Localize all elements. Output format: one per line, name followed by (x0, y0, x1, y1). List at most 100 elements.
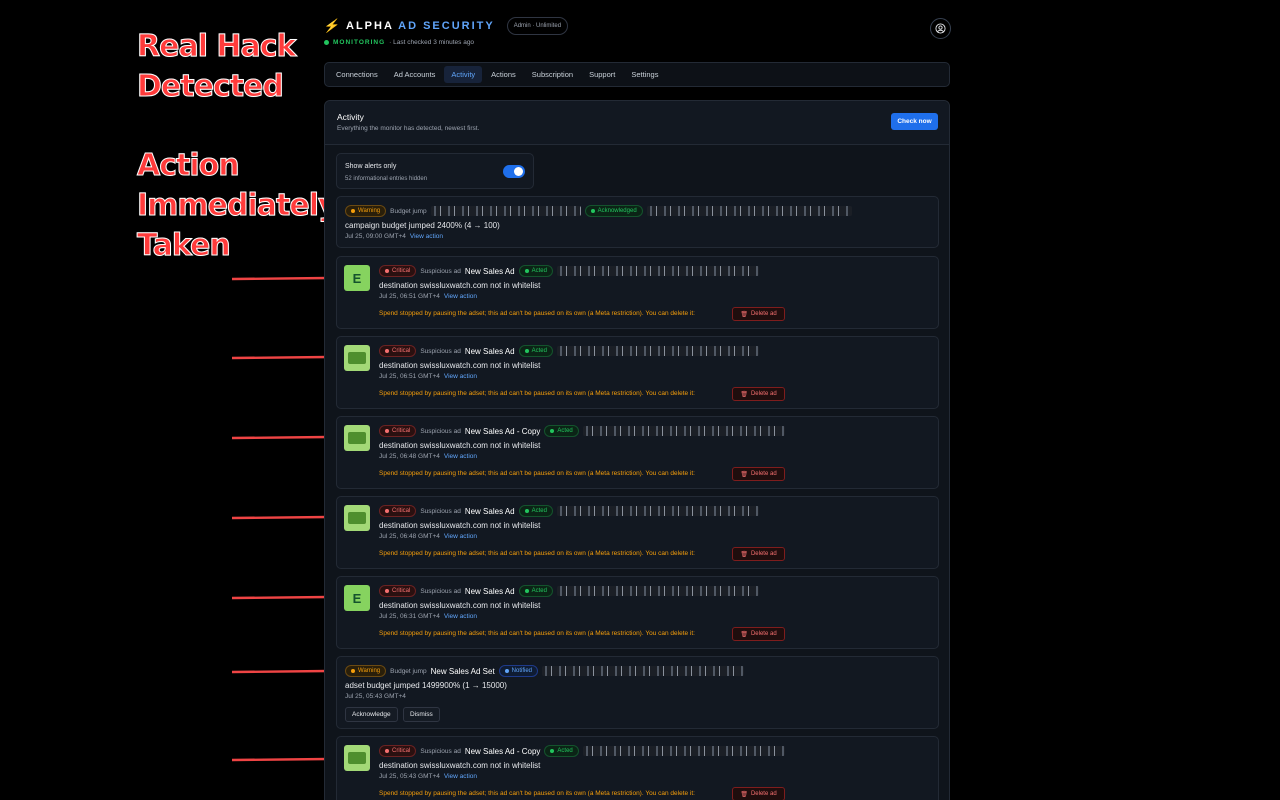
brand-name-part1: ALPHA (346, 20, 394, 32)
trash-icon: 🗑 (740, 631, 748, 638)
annotation-line: Detected (137, 69, 285, 105)
item-header: Critical Suspicious ad New Sales Ad Acte… (379, 265, 759, 277)
view-action-link[interactable]: View action (444, 533, 477, 540)
item-meta: Jul 25, 09:00 GMT+4 View action (345, 233, 443, 240)
toggle-subtext: 52 informational entries hidden (345, 176, 428, 182)
ad-thumbnail (344, 745, 370, 771)
app-window: ⚡ ALPHA AD SECURITY Admin · Unlimited MO… (323, 0, 951, 800)
item-message: destination swissluxwatch.com not in whi… (379, 601, 541, 610)
delete-label: Delete ad (750, 311, 777, 317)
item-kind: Suspicious ad (420, 507, 461, 515)
delete-label: Delete ad (750, 791, 777, 797)
tab-ad-accounts[interactable]: Ad Accounts (387, 66, 443, 83)
severity-badge: Critical (379, 425, 417, 437)
redacted-id (430, 206, 581, 216)
item-time: Jul 25, 05:43 GMT+4 (345, 693, 406, 700)
item-note: Spend stopped by pausing the adset; this… (379, 550, 695, 557)
activity-panel: Activity Everything the monitor has dete… (324, 100, 950, 800)
dismiss-button[interactable]: Dismiss (403, 707, 440, 722)
tab-subscription[interactable]: Subscription (525, 66, 580, 83)
redacted-id (582, 746, 785, 756)
delete-ad-button[interactable]: 🗑 Delete ad (732, 307, 785, 321)
tab-actions[interactable]: Actions (484, 66, 523, 83)
item-meta: Jul 25, 06:31 GMT+4 View action (379, 613, 477, 620)
item-kind: Suspicious ad (420, 427, 461, 435)
activity-item: Critical Suspicious ad New Sales Ad - Co… (336, 416, 939, 489)
view-action-link[interactable]: View action (444, 453, 477, 460)
item-message: destination swissluxwatch.com not in whi… (379, 441, 541, 450)
item-meta: Jul 25, 05:43 GMT+4 View action (379, 773, 477, 780)
acknowledge-button[interactable]: Acknowledge (345, 707, 398, 722)
redacted-id (542, 666, 745, 676)
ad-name: New Sales Ad - Copy (464, 426, 541, 436)
tab-activity[interactable]: Activity (444, 66, 483, 83)
item-kind: Suspicious ad (420, 347, 461, 355)
item-kind: Budget jump (390, 207, 427, 215)
ad-thumbnail: E (344, 585, 370, 611)
brand-name: ALPHA AD SECURITY (346, 20, 495, 32)
annotation-line: Real Hack (137, 29, 298, 65)
item-header: Warning Budget jump New Sales Ad Set Not… (345, 665, 745, 677)
status-badge: Acted (518, 345, 553, 357)
item-note: Spend stopped by pausing the adset; this… (379, 390, 695, 397)
item-kind: Suspicious ad (420, 267, 461, 275)
severity-badge: Warning (345, 205, 387, 217)
ad-name: New Sales Ad (464, 266, 515, 276)
item-kind: Suspicious ad (420, 587, 461, 595)
panel-header: Activity Everything the monitor has dete… (325, 101, 949, 145)
item-time: Jul 25, 06:48 GMT+4 (379, 453, 440, 460)
item-message: destination swissluxwatch.com not in whi… (379, 281, 541, 290)
status-badge: Acknowledged (584, 205, 643, 217)
annotation-action-taken: Action Immediately Taken (137, 146, 339, 266)
ad-thumbnail (344, 345, 370, 371)
status-dot-icon (324, 40, 329, 45)
delete-ad-button[interactable]: 🗑 Delete ad (732, 387, 785, 401)
item-header: Critical Suspicious ad New Sales Ad Acte… (379, 585, 759, 597)
item-header: Critical Suspicious ad New Sales Ad - Co… (379, 745, 785, 757)
ad-name: New Sales Ad (464, 346, 515, 356)
trash-icon: 🗑 (740, 791, 748, 798)
item-meta: Jul 25, 06:48 GMT+4 View action (379, 533, 477, 540)
delete-ad-button[interactable]: 🗑 Delete ad (732, 627, 785, 641)
plan-badge: Admin · Unlimited (506, 17, 569, 35)
item-message: adset budget jumped 1499900% (1 → 15000) (345, 681, 507, 690)
item-kind: Budget jump (390, 667, 427, 675)
activity-item: E Critical Suspicious ad New Sales Ad Ac… (336, 256, 939, 329)
status-badge: Acted (518, 265, 553, 277)
annotation-hack-detected: Real Hack Detected (137, 27, 298, 107)
redacted-id (556, 586, 759, 596)
brand-name-part2: AD SECURITY (398, 20, 495, 32)
tab-connections[interactable]: Connections (329, 66, 385, 83)
show-alerts-only-toggle[interactable] (503, 165, 525, 178)
view-action-link[interactable]: View action (444, 613, 477, 620)
item-header: Critical Suspicious ad New Sales Ad - Co… (379, 425, 785, 437)
tab-settings[interactable]: Settings (624, 66, 665, 83)
delete-ad-button[interactable]: 🗑 Delete ad (732, 467, 785, 481)
item-message: destination swissluxwatch.com not in whi… (379, 521, 541, 530)
severity-badge: Critical (379, 265, 417, 277)
check-now-button[interactable]: Check now (891, 113, 938, 130)
status-badge: Acted (518, 585, 553, 597)
item-meta: Jul 25, 06:48 GMT+4 View action (379, 453, 477, 460)
tab-bar: Connections Ad Accounts Activity Actions… (324, 62, 950, 87)
delete-ad-button[interactable]: 🗑 Delete ad (732, 547, 785, 561)
view-action-link[interactable]: View action (444, 293, 477, 300)
item-note: Spend stopped by pausing the adset; this… (379, 310, 695, 317)
activity-item: E Critical Suspicious ad New Sales Ad Ac… (336, 576, 939, 649)
delete-label: Delete ad (750, 471, 777, 477)
last-checked-text: · Last checked 3 minutes ago (389, 39, 475, 46)
activity-item: Warning Budget jump Acknowledged campaig… (336, 196, 939, 248)
item-time: Jul 25, 06:31 GMT+4 (379, 613, 440, 620)
user-account-button[interactable] (930, 18, 951, 39)
annotation-line: Taken (137, 228, 232, 264)
activity-item: Warning Budget jump New Sales Ad Set Not… (336, 656, 939, 729)
view-action-link[interactable]: View action (410, 233, 443, 240)
view-action-link[interactable]: View action (444, 773, 477, 780)
view-action-link[interactable]: View action (444, 373, 477, 380)
delete-label: Delete ad (750, 631, 777, 637)
trash-icon: 🗑 (740, 391, 748, 398)
toggle-label: Show alerts only (345, 163, 397, 170)
redacted-id (556, 346, 759, 356)
tab-support[interactable]: Support (582, 66, 622, 83)
delete-ad-button[interactable]: 🗑 Delete ad (732, 787, 785, 800)
